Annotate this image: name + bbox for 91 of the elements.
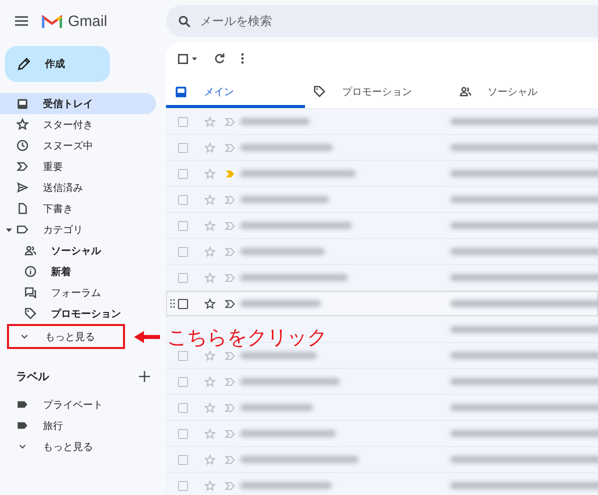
star-icon[interactable] bbox=[204, 454, 216, 466]
importance-marker-icon[interactable] bbox=[224, 402, 236, 414]
inbox-icon bbox=[174, 84, 188, 98]
inbox-icon bbox=[16, 96, 29, 110]
checkbox[interactable] bbox=[178, 428, 188, 438]
star-icon[interactable] bbox=[204, 168, 216, 180]
importance-marker-icon[interactable] bbox=[224, 454, 236, 466]
checkbox[interactable] bbox=[178, 194, 188, 204]
checkbox[interactable] bbox=[178, 142, 188, 152]
checkbox[interactable] bbox=[178, 246, 188, 256]
star-icon[interactable] bbox=[204, 116, 216, 128]
more-options-icon[interactable] bbox=[241, 53, 244, 64]
nav-item[interactable]: 受信トレイ bbox=[0, 93, 156, 114]
nav-item[interactable]: スヌーズ中 bbox=[0, 135, 156, 156]
people-icon bbox=[458, 85, 472, 98]
app-name: Gmail bbox=[68, 12, 108, 30]
send-icon bbox=[16, 181, 29, 194]
arrow-icon bbox=[134, 331, 160, 343]
star-icon[interactable] bbox=[204, 246, 216, 258]
importance-marker-icon[interactable] bbox=[224, 428, 236, 440]
nav-item[interactable]: 新着 bbox=[0, 261, 156, 282]
blurred-sender bbox=[240, 118, 310, 125]
star-icon[interactable] bbox=[204, 480, 216, 492]
drag-handle-icon[interactable] bbox=[170, 299, 174, 308]
search-field[interactable]: メールを検索 bbox=[166, 5, 598, 37]
nav-item[interactable]: ソーシャル bbox=[0, 240, 156, 261]
forum-icon bbox=[24, 286, 37, 299]
importance-marker-icon[interactable] bbox=[224, 376, 236, 388]
tag-icon bbox=[24, 307, 37, 320]
star-icon bbox=[16, 118, 29, 131]
gmail-logo-icon[interactable] bbox=[42, 14, 62, 28]
checkbox[interactable] bbox=[178, 116, 188, 126]
importance-marker-icon[interactable] bbox=[224, 480, 236, 492]
checkbox[interactable] bbox=[178, 350, 188, 360]
star-icon[interactable] bbox=[204, 220, 216, 232]
checkbox[interactable] bbox=[178, 376, 188, 386]
importance-marker-icon[interactable] bbox=[224, 246, 236, 258]
important-icon bbox=[16, 160, 29, 173]
checkbox[interactable] bbox=[178, 402, 188, 412]
category-tab[interactable]: メイン bbox=[166, 75, 305, 108]
category-tab[interactable]: ソーシャル bbox=[450, 75, 598, 108]
nav-item[interactable]: プロモーション bbox=[0, 303, 156, 324]
refresh-icon[interactable] bbox=[214, 53, 225, 64]
nav-item[interactable]: スター付き bbox=[0, 114, 156, 135]
nav-item[interactable]: 下書き bbox=[0, 198, 156, 219]
importance-marker-icon[interactable] bbox=[224, 272, 236, 284]
star-icon[interactable] bbox=[204, 272, 216, 284]
checkbox[interactable] bbox=[178, 298, 188, 308]
star-icon[interactable] bbox=[204, 350, 216, 362]
importance-marker-icon[interactable] bbox=[224, 168, 236, 180]
compose-button[interactable]: 作成 bbox=[5, 46, 110, 82]
star-icon[interactable] bbox=[204, 298, 216, 310]
checkbox[interactable] bbox=[178, 272, 188, 282]
category-tab[interactable]: プロモーション bbox=[304, 75, 451, 108]
annotation-text: こちらをクリック bbox=[167, 326, 327, 348]
importance-marker-icon[interactable] bbox=[224, 116, 236, 128]
file-icon bbox=[16, 202, 29, 215]
checkbox[interactable] bbox=[178, 480, 188, 490]
star-icon[interactable] bbox=[204, 194, 216, 206]
nav-item[interactable]: 送信済み bbox=[0, 177, 156, 198]
importance-marker-icon[interactable] bbox=[224, 350, 236, 362]
importance-marker-icon[interactable] bbox=[224, 194, 236, 206]
checkbox[interactable] bbox=[178, 168, 188, 178]
nav-item[interactable]: カテゴリ bbox=[0, 219, 156, 240]
nav-item[interactable]: もっと見る bbox=[0, 436, 156, 457]
add-icon[interactable] bbox=[139, 370, 150, 382]
importance-marker-icon[interactable] bbox=[224, 142, 236, 154]
star-icon[interactable] bbox=[204, 142, 216, 154]
nav-item[interactable]: 重要 bbox=[0, 156, 156, 177]
search-icon[interactable] bbox=[178, 15, 191, 28]
menu-icon[interactable] bbox=[14, 16, 28, 26]
info-icon bbox=[24, 265, 37, 278]
clock-icon bbox=[16, 139, 29, 152]
checkbox[interactable] bbox=[178, 220, 188, 230]
tag-icon bbox=[312, 85, 326, 98]
importance-marker-icon[interactable] bbox=[224, 298, 236, 310]
importance-marker-icon[interactable] bbox=[224, 220, 236, 232]
people-icon bbox=[24, 244, 37, 257]
star-icon[interactable] bbox=[204, 402, 216, 414]
checkbox[interactable] bbox=[178, 454, 188, 464]
caret-icon[interactable] bbox=[6, 226, 12, 232]
star-icon[interactable] bbox=[204, 376, 216, 388]
labels-heading: ラベル bbox=[16, 368, 49, 384]
nav-item[interactable]: 旅行 bbox=[0, 415, 156, 436]
nav-item[interactable]: プライベート bbox=[0, 394, 156, 415]
nav-item[interactable]: フォーラム bbox=[0, 282, 156, 303]
checkbox-icon[interactable] bbox=[178, 54, 198, 64]
pencil-icon bbox=[17, 57, 31, 71]
label-icon bbox=[16, 223, 29, 236]
star-icon[interactable] bbox=[204, 428, 216, 440]
nav-item[interactable]: もっと見る bbox=[7, 324, 125, 349]
